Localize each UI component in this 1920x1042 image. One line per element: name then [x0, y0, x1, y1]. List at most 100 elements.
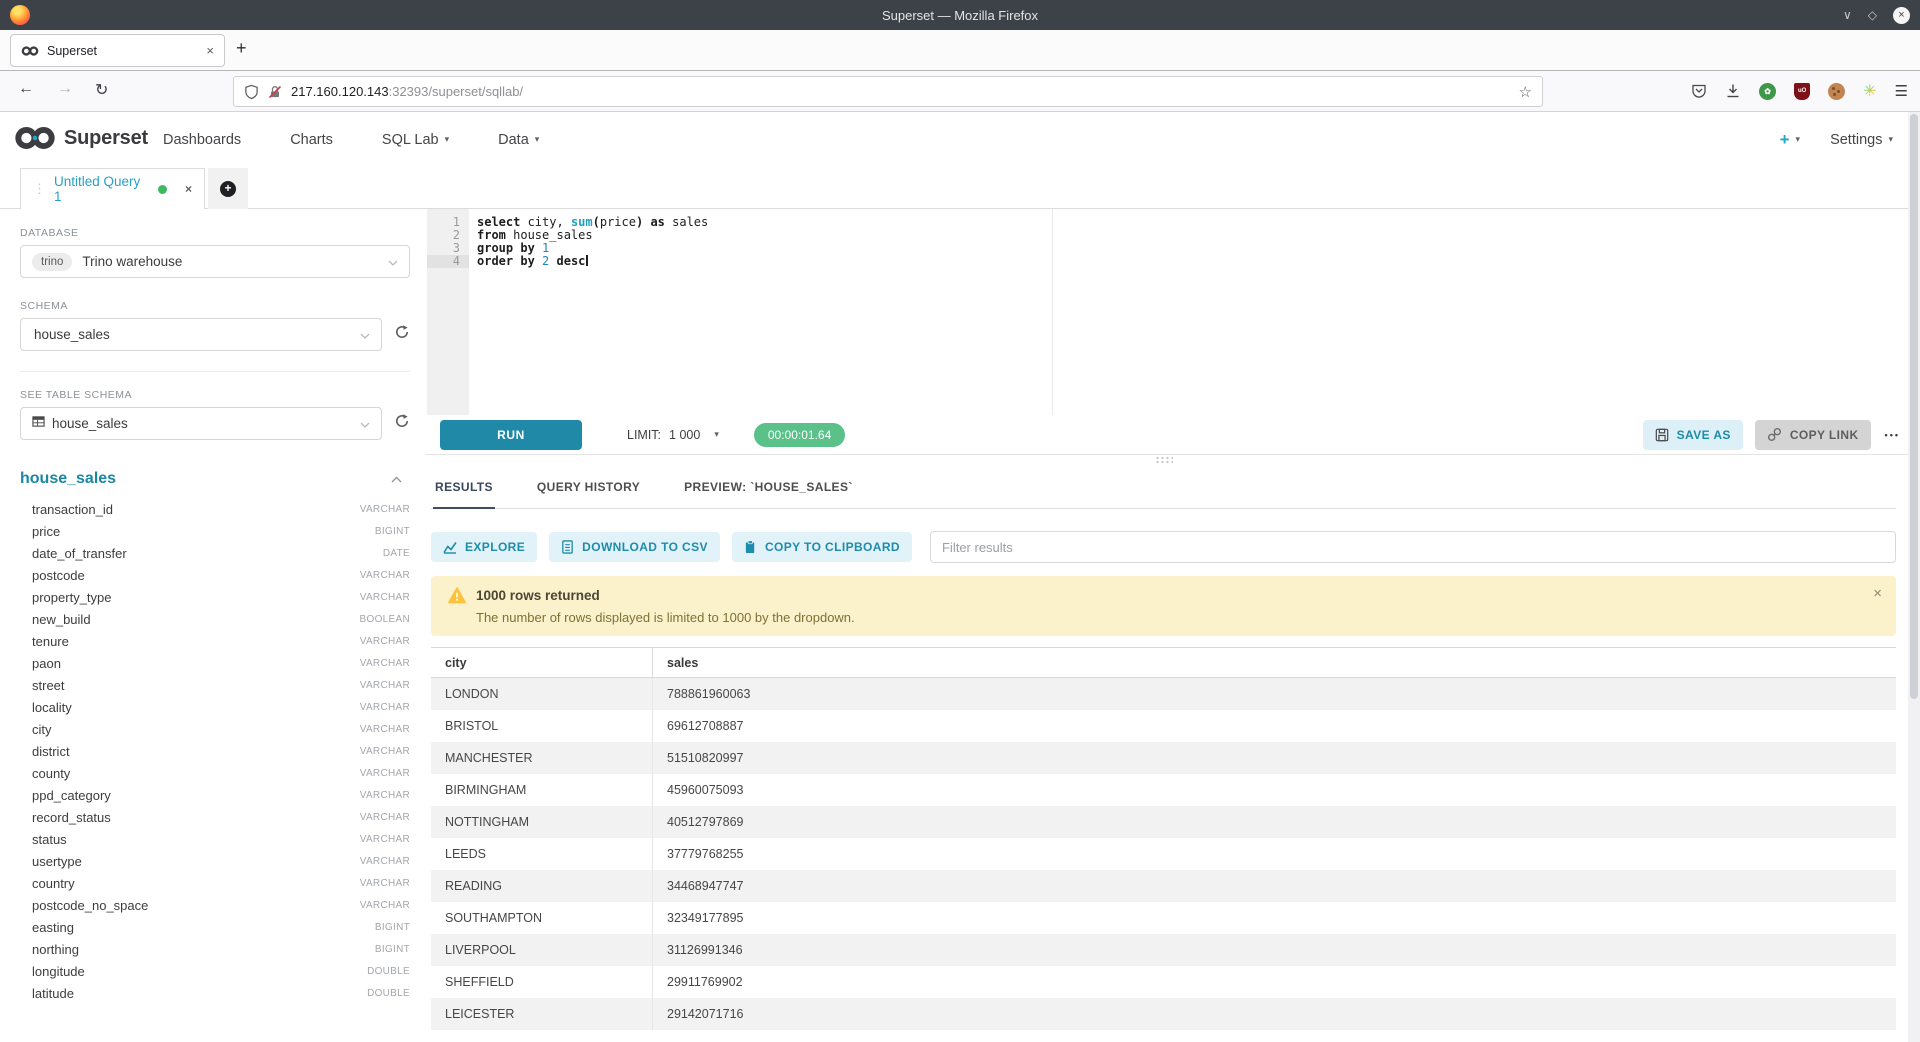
tab-close-icon[interactable]: × [206, 43, 214, 58]
page-scrollbar[interactable] [1908, 112, 1920, 1042]
browser-tab-superset[interactable]: Superset × [10, 34, 225, 67]
schema-column-row[interactable]: date_of_transferDATE [20, 542, 410, 564]
schema-column-row[interactable]: localityVARCHAR [20, 696, 410, 718]
editor-pane: 1234 select city, sum(price) as salesfro… [425, 209, 1920, 1042]
nav-dashboards[interactable]: Dashboards [163, 132, 241, 148]
schema-column-row[interactable]: eastingBIGINT [20, 916, 410, 938]
url-bar[interactable]: 217.160.120.143:32393/superset/sqllab/ ☆ [233, 76, 1543, 107]
explore-button[interactable]: EXPLORE [431, 532, 537, 562]
extension-green-icon[interactable]: ✿ [1759, 83, 1776, 100]
nav-sql-lab[interactable]: SQL Lab▾ [382, 132, 449, 148]
drag-grip-icon[interactable]: ⋮ [33, 181, 46, 197]
database-select[interactable]: trino Trino warehouse [20, 245, 410, 278]
bookmark-star-icon[interactable]: ☆ [1519, 83, 1532, 101]
clipboard-icon [744, 540, 757, 554]
window-close-icon[interactable]: × [1893, 7, 1910, 24]
query-tab-close-icon[interactable]: × [185, 182, 192, 196]
settings-menu[interactable]: Settings▾ [1830, 132, 1893, 148]
scrollbar-thumb[interactable] [1910, 114, 1918, 699]
column-name: latitude [32, 986, 74, 1001]
column-name: county [32, 766, 70, 781]
download-csv-button[interactable]: DOWNLOAD TO CSV [549, 532, 720, 562]
refresh-schema-icon[interactable] [394, 324, 410, 345]
column-name: easting [32, 920, 74, 935]
schema-column-row[interactable]: property_typeVARCHAR [20, 586, 410, 608]
schema-column-row[interactable]: statusVARCHAR [20, 828, 410, 850]
column-name: price [32, 524, 60, 539]
nav-data[interactable]: Data▾ [498, 132, 539, 148]
schema-column-row[interactable]: longitudeDOUBLE [20, 960, 410, 982]
new-tab-button[interactable]: + [236, 38, 247, 59]
schema-column-row[interactable]: countyVARCHAR [20, 762, 410, 784]
column-header-city[interactable]: city [431, 648, 653, 678]
limit-dropdown[interactable]: LIMIT: 1 000 ▾ [627, 428, 719, 442]
new-item-button[interactable]: +▾ [1780, 130, 1800, 150]
ublock-shield-icon[interactable]: uO [1794, 83, 1810, 100]
schema-column-row[interactable]: tenureVARCHAR [20, 630, 410, 652]
column-type: BIGINT [375, 526, 410, 537]
refresh-table-icon[interactable] [394, 413, 410, 434]
insecure-lock-icon[interactable] [267, 84, 283, 100]
schema-column-row[interactable]: northingBIGINT [20, 938, 410, 960]
column-header-sales[interactable]: sales [653, 656, 1896, 670]
reload-icon[interactable]: ↻ [95, 80, 108, 100]
schema-column-row[interactable]: postcodeVARCHAR [20, 564, 410, 586]
schema-column-row[interactable]: cityVARCHAR [20, 718, 410, 740]
schema-column-row[interactable]: new_buildBOOLEAN [20, 608, 410, 630]
save-as-button[interactable]: SAVE AS [1643, 420, 1743, 450]
query-tab[interactable]: ⋮ Untitled Query 1 × [20, 168, 205, 209]
cell-city: SOUTHAMPTON [431, 902, 653, 934]
superset-brand[interactable]: Superset [14, 124, 148, 152]
copy-clipboard-button[interactable]: COPY TO CLIPBOARD [732, 532, 912, 562]
cell-city: BRISTOL [431, 710, 653, 742]
result-row: NOTTINGHAM40512797869 [431, 806, 1896, 838]
url-text[interactable]: 217.160.120.143:32393/superset/sqllab/ [291, 84, 1519, 99]
sidebar-divider [20, 371, 410, 372]
tab-preview-house-sales[interactable]: PREVIEW: `HOUSE_SALES` [682, 468, 855, 508]
schema-column-row[interactable]: price BIGINT [20, 520, 410, 542]
database-label: DATABASE [20, 227, 410, 239]
schema-column-row[interactable]: paonVARCHAR [20, 652, 410, 674]
schema-column-row[interactable]: postcode_no_spaceVARCHAR [20, 894, 410, 916]
tracking-shield-icon[interactable] [244, 84, 259, 100]
extension-colorburst-icon[interactable]: ✳ [1863, 81, 1876, 101]
more-actions-button[interactable]: ••• [1885, 430, 1900, 440]
download-icon[interactable] [1725, 83, 1741, 99]
run-button[interactable]: RUN [440, 420, 582, 450]
schema-column-row[interactable]: latitudeDOUBLE [20, 982, 410, 1004]
table-schema-title[interactable]: house_sales [20, 470, 116, 488]
pocket-icon[interactable] [1691, 83, 1707, 99]
column-name: new_build [32, 612, 91, 627]
sql-code[interactable]: select city, sum(price) as salesfrom hou… [477, 216, 1920, 268]
window-maximize-icon[interactable]: ◇ [1868, 9, 1877, 21]
schema-column-row[interactable]: usertypeVARCHAR [20, 850, 410, 872]
alert-close-icon[interactable]: × [1873, 585, 1882, 602]
window-shade-icon[interactable]: ∨ [1843, 9, 1852, 21]
cookie-icon[interactable] [1828, 83, 1845, 100]
collapse-chevron-icon[interactable] [391, 470, 402, 488]
copy-link-button[interactable]: COPY LINK [1755, 420, 1871, 450]
tab-results[interactable]: RESULTS [433, 468, 495, 509]
table-select[interactable]: house_sales [20, 407, 382, 440]
menu-icon[interactable]: ☰ [1895, 82, 1908, 100]
nav-charts[interactable]: Charts [290, 132, 333, 148]
resize-grip-icon[interactable] [1155, 456, 1173, 464]
sql-editor[interactable]: 1234 select city, sum(price) as salesfro… [425, 209, 1920, 415]
schema-column-row[interactable]: transaction_idVARCHAR [20, 498, 410, 520]
schema-column-row[interactable]: countryVARCHAR [20, 872, 410, 894]
tab-query-history[interactable]: QUERY HISTORY [535, 468, 642, 508]
browser-tab-title: Superset [47, 44, 206, 58]
columns-list: transaction_idVARCHARprice BIGINT date_of_… [20, 498, 410, 1004]
schema-column-row[interactable]: districtVARCHAR [20, 740, 410, 762]
new-query-tab-button[interactable]: + [208, 168, 248, 209]
cell-city: SHEFFIELD [431, 966, 653, 998]
results-table: city sales LONDON788861960063BRISTOL6961… [431, 647, 1896, 1030]
schema-select[interactable]: house_sales [20, 318, 382, 351]
back-icon[interactable]: ← [18, 80, 34, 98]
schema-column-row[interactable]: record_statusVARCHAR [20, 806, 410, 828]
window-title: Superset — Mozilla Firefox [0, 8, 1920, 23]
schema-column-row[interactable]: streetVARCHAR [20, 674, 410, 696]
column-type: VARCHAR [360, 724, 410, 735]
filter-results-input[interactable] [930, 531, 1896, 563]
schema-column-row[interactable]: ppd_categoryVARCHAR [20, 784, 410, 806]
